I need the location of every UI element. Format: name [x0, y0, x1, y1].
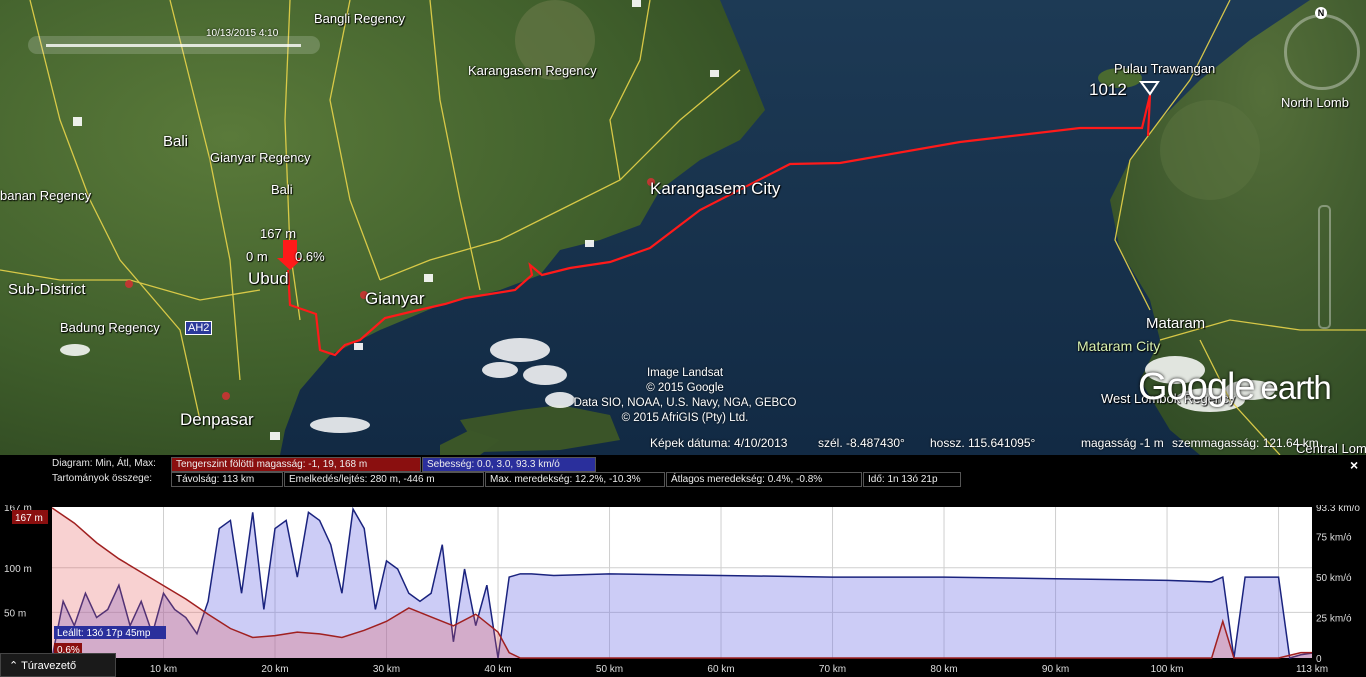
- north-indicator-icon[interactable]: N: [1315, 7, 1327, 19]
- x-axis-tick-label: 40 km: [484, 664, 511, 675]
- credit-line-2: © 2015 Google: [646, 382, 724, 394]
- right-axis-tick-label: 75 km/ó: [1316, 533, 1352, 544]
- x-axis-tick-label: 113 km: [1296, 664, 1328, 675]
- map-view[interactable]: 10/13/2015 4:10 Bangli Regency Karangase…: [0, 0, 1366, 455]
- x-axis-tick-label: 70 km: [819, 664, 846, 675]
- tour-guide-icon: ⌃: [9, 660, 22, 672]
- map-label-bali-small: Bali: [271, 182, 293, 197]
- x-axis-tick-label: 90 km: [1042, 664, 1069, 675]
- x-axis-tick-label: 50 km: [596, 664, 623, 675]
- gain-loss-stat: Emelkedés/lejtés: 280 m, -446 m: [284, 472, 484, 487]
- close-profile-button[interactable]: ×: [1350, 457, 1358, 473]
- map-label-bangli: Bangli Regency: [314, 11, 406, 26]
- google-earth-logo: Google earth: [1138, 366, 1332, 409]
- map-label-gianyar: Gianyar: [365, 289, 425, 308]
- x-axis-tick-label: 100 km: [1151, 664, 1184, 675]
- left-axis-tick-label: 50 m: [4, 608, 26, 619]
- road-shield-ah2: AH2: [185, 321, 213, 335]
- elevation-speed-chart[interactable]: 167 m100 m50 m-1 m93.3 km/ó75 km/ó50 km/…: [0, 505, 1366, 677]
- time-slider-date: 10/13/2015 4:10: [206, 28, 279, 39]
- altitude-readout: magasság -1 m: [1081, 436, 1164, 450]
- right-axis-tick-label: 25 km/ó: [1316, 614, 1352, 625]
- logo-earth: earth: [1260, 369, 1332, 406]
- right-axis-tick-label: 93.3 km/ó: [1316, 505, 1360, 514]
- tour-guide-label: Túravezető: [21, 660, 77, 672]
- eye-altitude-readout: szemmagasság: 121.64 km: [1172, 436, 1319, 450]
- map-label-mataram: Mataram: [1146, 315, 1206, 332]
- logo-google: Google: [1138, 366, 1256, 408]
- x-axis-tick-label: 10 km: [150, 664, 177, 675]
- latitude-readout: szél. -8.487430°: [818, 436, 905, 450]
- map-label-denpasar: Denpasar: [180, 410, 254, 429]
- track-end-marker-label: 1012: [1089, 80, 1127, 99]
- diagram-label: Diagram: Min, Átl, Max:: [52, 458, 156, 469]
- x-axis-tick-label: 30 km: [373, 664, 400, 675]
- avg-slope-stat: Átlagos meredekség: 0.4%, -0.8%: [666, 472, 862, 487]
- cursor-elevation-label: 167 m: [15, 513, 43, 524]
- status-bar: Képek dátuma: 4/10/2013 szél. -8.487430°…: [0, 432, 1366, 454]
- credit-line-4: © 2015 AfriGIS (Pty) Ltd.: [621, 412, 749, 424]
- map-label-karangasem-city: Karangasem City: [650, 179, 781, 198]
- left-axis-tick-label: 100 m: [4, 564, 32, 575]
- tour-guide-button[interactable]: ⌃ Túravezető: [0, 653, 116, 677]
- right-axis-tick-label: 50 km/ó: [1316, 573, 1352, 584]
- credit-line-3: Data SIO, NOAA, U.S. Navy, NGA, GEBCO: [573, 397, 797, 409]
- map-label-karangasem-regency: Karangasem Regency: [468, 63, 597, 78]
- track-marker-slope: 0.6%: [295, 249, 325, 264]
- range-sum-label: Tartományok összege:: [52, 473, 153, 484]
- map-label-pulau-trawangan: Pulau Trawangan: [1114, 61, 1216, 76]
- map-label-mataram-city: Mataram City: [1077, 338, 1161, 354]
- time-slider-track[interactable]: [46, 44, 301, 47]
- x-axis-tick-label: 20 km: [261, 664, 288, 675]
- map-label-ubud: Ubud: [248, 269, 289, 288]
- navigation-compass[interactable]: [1284, 14, 1360, 90]
- x-axis-tick-label: 80 km: [930, 664, 957, 675]
- map-label-sub-district: Sub-District: [8, 281, 86, 298]
- elevation-profile-panel: Diagram: Min, Átl, Max: Tengerszint fölö…: [0, 455, 1366, 677]
- speed-series-button[interactable]: Sebesség: 0.0, 3.0, 93.3 km/ó: [422, 457, 596, 472]
- zoom-slider[interactable]: [1318, 205, 1331, 329]
- max-slope-stat: Max. meredekség: 12.2%, -10.3%: [485, 472, 665, 487]
- map-label-badung-regency: Badung Regency: [60, 320, 160, 335]
- map-label-banan-regency: banan Regency: [0, 188, 92, 203]
- credit-line-1: Image Landsat: [646, 367, 724, 379]
- stopped-label: Leállt: 13ó 17p 45mp: [57, 628, 151, 639]
- distance-stat: Távolság: 113 km: [171, 472, 283, 487]
- longitude-readout: hossz. 115.641095°: [930, 436, 1036, 450]
- imagery-credits: Image Landsat © 2015 Google Data SIO, NO…: [560, 366, 810, 426]
- imagery-date: Képek dátuma: 4/10/2013: [650, 436, 788, 450]
- map-label-gianyar-regency: Gianyar Regency: [210, 150, 311, 165]
- x-axis-tick-label: 60 km: [707, 664, 734, 675]
- elevation-series-button[interactable]: Tengerszint fölötti magasság: -1, 19, 16…: [171, 457, 421, 472]
- track-marker-left: 0 m: [246, 249, 268, 264]
- time-stat: Idő: 1n 13ó 21p: [863, 472, 961, 487]
- map-label-north-lombok: North Lomb: [1281, 95, 1349, 110]
- track-marker-elevation: 167 m: [260, 226, 297, 241]
- map-label-bali: Bali: [163, 133, 189, 150]
